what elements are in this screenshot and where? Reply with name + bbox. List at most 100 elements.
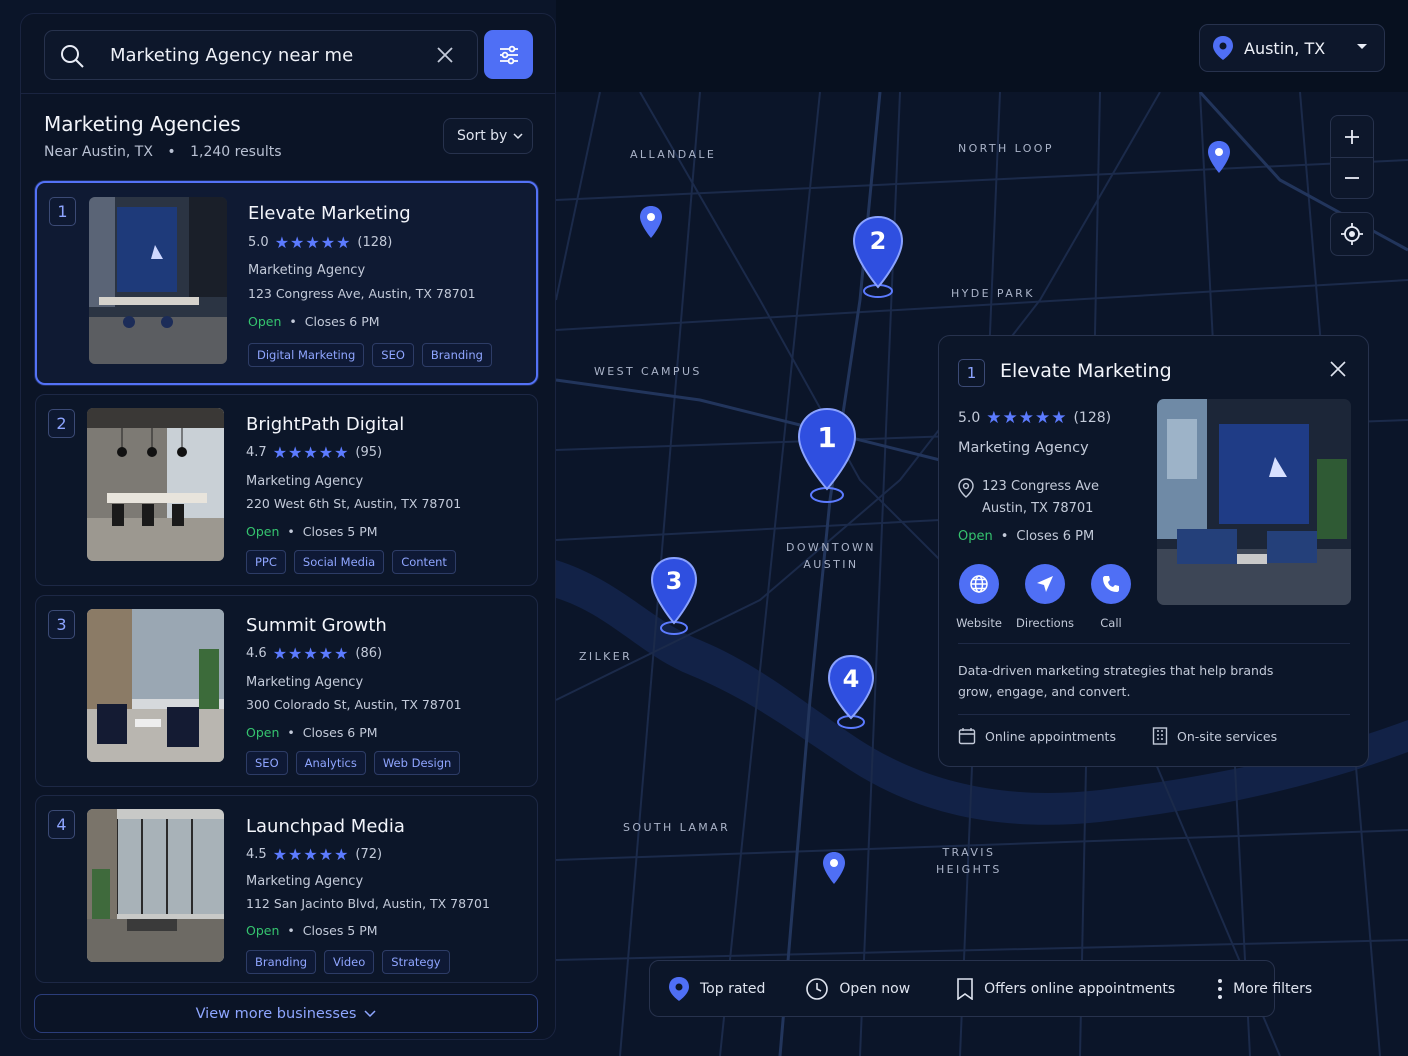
map-pin-3[interactable]: 3 <box>650 556 698 638</box>
location-pin-icon <box>1213 36 1233 60</box>
tag[interactable]: PPC <box>246 550 286 574</box>
tag-list: Digital Marketing SEO Branding <box>248 343 492 367</box>
business-card[interactable]: 4 Launchpad Media 4.5 ★★★★★ (72) Marketi… <box>35 795 538 983</box>
website-button[interactable]: Website <box>953 564 1005 630</box>
result-number: 1 <box>49 197 76 226</box>
business-card[interactable]: 1 Elevate Marketing 5.0 ★★★★★ (128) Mark… <box>35 181 538 385</box>
business-type: Marketing Agency <box>246 874 364 889</box>
tag-list: Branding Video Strategy <box>246 950 450 974</box>
view-more-button[interactable]: View more businesses <box>34 994 538 1033</box>
business-detail-card: 1 Elevate Marketing 5.0 ★★★★★ (128) Mark… <box>938 335 1369 767</box>
detail-hours: Open • Closes 6 PM <box>958 529 1095 544</box>
sort-button[interactable]: Sort by <box>443 118 533 154</box>
star-rating-icon: ★★★★★ <box>272 845 350 864</box>
my-location-button[interactable] <box>1330 212 1374 256</box>
building-icon <box>1152 727 1168 745</box>
directions-button[interactable]: Directions <box>1016 564 1074 630</box>
business-card[interactable]: 2 BrightPath Digital 4.7 ★★★★★ (95) Mark… <box>35 394 538 586</box>
detail-rating: 5.0 ★★★★★ (128) <box>958 408 1112 428</box>
detail-business-name: Elevate Marketing <box>1000 360 1172 382</box>
plus-icon <box>1345 129 1359 144</box>
business-hours: Open • Closes 5 PM <box>246 524 378 539</box>
filter-online-appointments[interactable]: Offers online appointments <box>956 977 1175 1000</box>
neighborhood-label: DOWNTOWN AUSTIN <box>786 541 876 571</box>
business-name[interactable]: Summit Growth <box>246 615 387 636</box>
tag[interactable]: Branding <box>246 950 317 974</box>
filter-open-now[interactable]: Open now <box>805 977 910 1001</box>
neighborhood-label: SOUTH LAMAR <box>623 821 731 834</box>
search-box[interactable]: Marketing Agency near me <box>44 30 478 80</box>
business-hours: Open • Closes 5 PM <box>246 923 378 938</box>
zoom-out-button[interactable] <box>1331 157 1373 198</box>
business-name[interactable]: BrightPath Digital <box>246 414 404 435</box>
neighborhood-label: ZILKER <box>579 650 633 663</box>
search-input[interactable]: Marketing Agency near me <box>110 45 353 66</box>
tag[interactable]: SEO <box>246 751 288 775</box>
neighborhood-label: WEST CAMPUS <box>594 365 702 378</box>
quick-filter-bar: Top rated Open now Offers online appoint… <box>649 960 1312 1017</box>
business-address: 112 San Jacinto Blvd, Austin, TX 78701 <box>246 896 490 911</box>
divider <box>958 714 1350 715</box>
tag[interactable]: Video <box>324 950 375 974</box>
business-hours: Open • Closes 6 PM <box>248 314 380 329</box>
map-pin-small[interactable] <box>639 205 663 239</box>
crosshair-icon <box>1341 223 1363 245</box>
detail-address: 123 Congress Ave Austin, TX 78701 <box>958 476 1099 520</box>
tag[interactable]: Digital Marketing <box>248 343 365 367</box>
feature-online-appointments: Online appointments <box>958 727 1116 745</box>
divider <box>21 93 555 94</box>
business-photo <box>87 609 224 762</box>
more-filters-button[interactable]: More filters <box>1217 978 1312 1000</box>
map-pin-small[interactable] <box>822 851 846 885</box>
location-select[interactable]: Austin, TX <box>1199 24 1385 72</box>
result-number: 3 <box>48 610 75 639</box>
map-pin-2[interactable]: 2 <box>852 215 904 301</box>
bookmark-icon <box>957 977 973 1000</box>
star-rating-icon: ★★★★★ <box>986 408 1068 428</box>
business-address: 300 Colorado St, Austin, TX 78701 <box>246 697 462 712</box>
tag[interactable]: Strategy <box>382 950 450 974</box>
zoom-in-button[interactable] <box>1331 116 1373 157</box>
map-pin-1[interactable]: 1 <box>797 407 857 505</box>
tag[interactable]: Web Design <box>373 751 461 775</box>
neighborhood-label: HYDE PARK <box>951 287 1035 300</box>
minus-icon <box>1345 177 1359 179</box>
location-select-value: Austin, TX <box>1244 38 1326 58</box>
location-pin-icon <box>669 976 689 1001</box>
tag[interactable]: Analytics <box>295 751 366 775</box>
caret-down-icon <box>1357 44 1367 49</box>
detail-features: Online appointments On-site services <box>958 727 1277 745</box>
call-button[interactable]: Call <box>1085 564 1137 630</box>
business-photo <box>87 408 224 561</box>
map-pin-4[interactable]: 4 <box>827 654 875 732</box>
filter-top-rated[interactable]: Top rated <box>668 976 765 1002</box>
business-address: 220 West 6th St, Austin, TX 78701 <box>246 496 462 511</box>
map-pin-small[interactable] <box>1207 140 1231 174</box>
tag[interactable]: Social Media <box>293 550 385 574</box>
feature-onsite-services: On-site services <box>1152 727 1277 745</box>
result-number: 2 <box>48 409 75 438</box>
business-rating: 4.7 ★★★★★ (95) <box>246 443 383 462</box>
star-rating-icon: ★★★★★ <box>272 644 350 663</box>
clear-search-icon[interactable] <box>435 45 455 65</box>
phone-icon <box>1103 576 1119 592</box>
business-name[interactable]: Launchpad Media <box>246 816 405 837</box>
tag[interactable]: SEO <box>372 343 414 367</box>
filter-button[interactable] <box>484 30 533 79</box>
tag-list: SEO Analytics Web Design <box>246 751 461 775</box>
star-rating-icon: ★★★★★ <box>274 233 352 252</box>
business-rating: 4.5 ★★★★★ (72) <box>246 845 383 864</box>
business-name[interactable]: Elevate Marketing <box>248 203 411 224</box>
tag[interactable]: Content <box>392 550 456 574</box>
detail-description: Data-driven marketing strategies that he… <box>958 663 1274 699</box>
search-icon <box>61 45 84 68</box>
divider <box>958 643 1350 644</box>
business-card[interactable]: 3 Summit Growth 4.6 ★★★★★ (86) Marketing… <box>35 595 538 787</box>
results-panel: Marketing Agency near me Marketing Agenc… <box>20 13 556 1040</box>
list-title: Marketing Agencies <box>44 112 241 136</box>
zoom-control <box>1330 115 1374 199</box>
chevron-down-icon <box>513 132 523 139</box>
tag[interactable]: Branding <box>421 343 492 367</box>
close-icon[interactable] <box>1330 361 1346 377</box>
list-subtitle: Near Austin, TX • 1,240 results <box>44 144 282 160</box>
